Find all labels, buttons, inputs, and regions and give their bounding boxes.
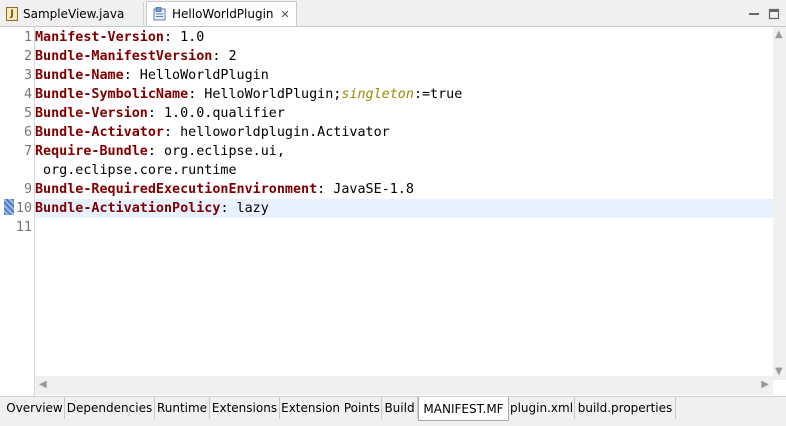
scroll-down-arrow-icon[interactable]: ▼: [775, 367, 783, 377]
minimize-icon[interactable]: [748, 5, 760, 17]
header-value: 1.0.0.qualifier: [155, 106, 285, 121]
tab-label: Build: [384, 401, 415, 415]
code-line[interactable]: Bundle-ManifestVersion: 2: [35, 47, 773, 66]
line-number: 4: [23, 87, 32, 102]
tab-plugin-xml[interactable]: plugin.xml: [509, 397, 575, 419]
tab-build-properties[interactable]: build.properties: [575, 397, 676, 419]
tab-extension-points[interactable]: Extension Points: [280, 397, 382, 419]
code-line[interactable]: Bundle-RequiredExecutionEnvironment: Jav…: [35, 180, 773, 199]
tab-label: Runtime: [156, 401, 208, 415]
tab-label: plugin.xml: [509, 401, 574, 415]
plugin-manifest-icon: [153, 7, 167, 21]
line-number: 1: [23, 30, 32, 45]
header-key: Bundle-Name: [35, 68, 124, 83]
header-value: lazy: [228, 201, 269, 216]
scroll-up-arrow-icon[interactable]: ▲: [775, 30, 783, 40]
tab-label: HelloWorldPlugin: [172, 7, 274, 21]
tab-helloworldplugin[interactable]: HelloWorldPlugin ✕: [146, 1, 297, 26]
line-number: [4, 161, 34, 180]
header-separator: :: [220, 201, 229, 216]
header-separator: :: [164, 30, 173, 45]
tab-manifest-mf[interactable]: MANIFEST.MF: [418, 397, 509, 421]
header-key: Bundle-ActivationPolicy: [35, 201, 221, 216]
tab-overview[interactable]: Overview: [5, 397, 65, 419]
header-value: 1.0: [172, 30, 205, 45]
tab-dependencies[interactable]: Dependencies: [65, 397, 155, 419]
tab-label: Extension Points: [281, 401, 380, 415]
code-line[interactable]: Bundle-Activator: helloworldplugin.Activ…: [35, 123, 773, 142]
maximize-icon[interactable]: [768, 5, 780, 20]
header-value: HelloWorldPlugin;: [196, 87, 342, 102]
line-number: 9: [23, 182, 32, 197]
header-key: Manifest-Version: [35, 30, 164, 45]
directive-name: singleton: [341, 87, 414, 102]
line-number: 6: [23, 125, 32, 140]
tab-build[interactable]: Build: [382, 397, 418, 419]
code-line[interactable]: Manifest-Version: 1.0: [35, 28, 773, 47]
vertical-scrollbar[interactable]: ▲ ▼: [773, 27, 786, 380]
code-line[interactable]: Bundle-Name: HelloWorldPlugin: [35, 66, 773, 85]
editor-window-controls: [748, 5, 780, 20]
header-key: Bundle-ManifestVersion: [35, 49, 213, 64]
header-separator: :: [147, 106, 156, 121]
code-area[interactable]: Manifest-Version: 1.0 Bundle-ManifestVers…: [35, 27, 773, 396]
line-number: 7: [23, 144, 32, 159]
code-line[interactable]: Bundle-Version: 1.0.0.qualifier: [35, 104, 773, 123]
header-value: org.eclipse.core.runtime: [35, 163, 237, 178]
tab-label: MANIFEST.MF: [423, 401, 504, 416]
code-line[interactable]: [35, 218, 773, 237]
scroll-right-arrow-icon[interactable]: ▶: [761, 380, 769, 390]
header-value: JavaSE-1.8: [325, 182, 414, 197]
header-key: Bundle-RequiredExecutionEnvironment: [35, 182, 318, 197]
line-number: 10: [15, 201, 32, 216]
directive-value: :=true: [413, 87, 463, 102]
code-line[interactable]: org.eclipse.core.runtime: [35, 161, 773, 180]
header-separator: :: [147, 144, 156, 159]
tab-label: Extensions: [211, 401, 278, 415]
header-value: HelloWorldPlugin: [131, 68, 269, 83]
code-line[interactable]: Require-Bundle: org.eclipse.ui,: [35, 142, 773, 161]
tab-sampleview-java[interactable]: J SampleView.java: [0, 2, 144, 25]
tab-label: SampleView.java: [23, 6, 125, 21]
header-key: Bundle-SymbolicName: [35, 87, 189, 102]
line-number: 3: [23, 68, 32, 83]
header-value: org.eclipse.ui,: [155, 144, 285, 159]
editor-page-tabs: Overview Dependencies Runtime Extensions…: [0, 396, 786, 426]
editor-tab-bar: J SampleView.java HelloWorldPlugin ✕: [0, 0, 786, 27]
code-line[interactable]: Bundle-ActivationPolicy: lazy: [35, 199, 773, 218]
scroll-left-arrow-icon[interactable]: ◀: [39, 380, 47, 390]
tab-runtime[interactable]: Runtime: [155, 397, 210, 419]
line-number: 11: [15, 220, 32, 235]
tab-label: Dependencies: [66, 401, 153, 415]
tab-label: build.properties: [577, 401, 673, 415]
header-key: Bundle-Version: [35, 106, 148, 121]
header-separator: :: [123, 68, 132, 83]
header-value: 2: [220, 49, 237, 64]
tab-label: Overview: [6, 401, 63, 415]
tab-extensions[interactable]: Extensions: [210, 397, 280, 419]
header-key: Require-Bundle: [35, 144, 148, 159]
horizontal-scrollbar[interactable]: ◀ ▶: [35, 376, 773, 395]
code-line[interactable]: Bundle-SymbolicName: HelloWorldPlugin;si…: [35, 85, 773, 104]
manifest-text-editor[interactable]: Manifest-Version: 1.0 Bundle-ManifestVers…: [0, 27, 786, 396]
header-separator: :: [164, 125, 173, 140]
header-key: Bundle-Activator: [35, 125, 164, 140]
close-icon[interactable]: ✕: [281, 9, 290, 20]
line-number: 5: [23, 106, 32, 121]
java-file-icon: J: [6, 6, 18, 21]
line-number: 2: [23, 49, 32, 64]
header-value: helloworldplugin.Activator: [172, 125, 390, 140]
